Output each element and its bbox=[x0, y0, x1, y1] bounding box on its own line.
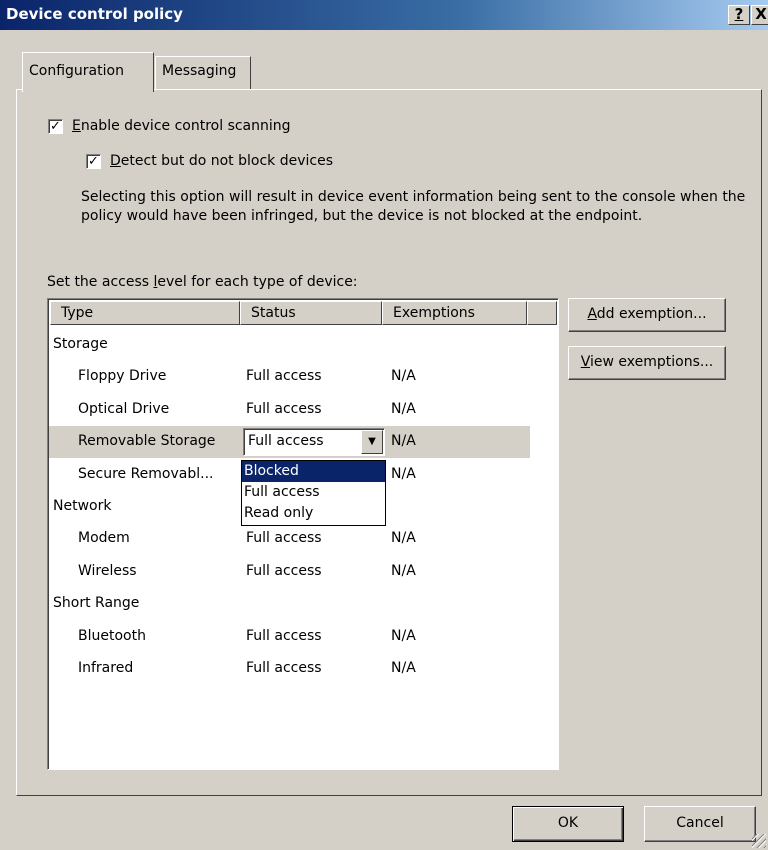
group-label[interactable]: Short Range bbox=[53, 595, 139, 611]
column-header-filler bbox=[527, 301, 557, 325]
device-status-cell[interactable]: Full access bbox=[246, 628, 322, 644]
device-status-cell[interactable]: Full access bbox=[246, 660, 322, 676]
enable-scanning-option[interactable]: ✓ Enable device control scanning bbox=[48, 118, 291, 134]
device-type-cell[interactable]: Floppy Drive bbox=[78, 368, 166, 384]
status-combo[interactable]: Full access ▼ bbox=[243, 428, 385, 456]
column-header-exemptions[interactable]: Exemptions bbox=[382, 301, 527, 325]
combo-dropdown-button[interactable]: ▼ bbox=[361, 430, 383, 454]
help-button[interactable]: ? bbox=[728, 5, 750, 25]
access-level-label: Set the access level for each type of de… bbox=[47, 274, 358, 290]
access-label-before: Set the access bbox=[47, 274, 154, 290]
detect-only-text: etect but do not block devices bbox=[120, 153, 333, 169]
view-exemptions-text: iew exemptions... bbox=[590, 354, 714, 370]
device-exemptions-cell: N/A bbox=[391, 660, 416, 676]
add-exemption-text: dd exemption... bbox=[596, 306, 707, 322]
enable-scanning-checkbox[interactable]: ✓ bbox=[48, 118, 63, 134]
device-status-cell[interactable]: Full access bbox=[246, 530, 322, 546]
device-status-cell[interactable]: Full access bbox=[246, 368, 322, 384]
device-type-cell[interactable]: Optical Drive bbox=[78, 401, 169, 417]
column-header-status[interactable]: Status bbox=[240, 301, 382, 325]
device-control-policy-dialog: Device control policy ? X Configuration … bbox=[0, 0, 768, 850]
enable-scanning-accel: E bbox=[72, 118, 81, 134]
detect-description: Selecting this option will result in dev… bbox=[81, 189, 746, 224]
column-header-type[interactable]: Type bbox=[50, 301, 240, 325]
tab-configuration[interactable]: Configuration bbox=[22, 52, 154, 92]
device-type-cell[interactable]: Bluetooth bbox=[78, 628, 146, 644]
device-type-cell[interactable]: Secure Removabl... bbox=[78, 466, 214, 482]
status-combo-value: Full access bbox=[248, 433, 324, 449]
chevron-down-icon: ▼ bbox=[368, 436, 376, 447]
status-option-read-only[interactable]: Read only bbox=[242, 503, 385, 524]
detect-only-checkbox[interactable]: ✓ bbox=[86, 153, 101, 169]
tab-messaging[interactable]: Messaging bbox=[155, 56, 251, 90]
group-label[interactable]: Storage bbox=[53, 336, 108, 352]
tab-messaging-label: Messaging bbox=[162, 63, 237, 79]
device-exemptions-cell: N/A bbox=[391, 628, 416, 644]
device-exemptions-cell: N/A bbox=[391, 433, 416, 449]
device-exemptions-cell: N/A bbox=[391, 368, 416, 384]
status-option-full-access[interactable]: Full access bbox=[242, 482, 385, 503]
detect-only-accel: D bbox=[110, 153, 121, 169]
device-exemptions-cell: N/A bbox=[391, 401, 416, 417]
device-type-cell[interactable]: Modem bbox=[78, 530, 130, 546]
add-exemption-button[interactable]: Add exemption... bbox=[568, 298, 726, 332]
device-type-cell[interactable]: Infrared bbox=[78, 660, 133, 676]
device-exemptions-cell: N/A bbox=[391, 466, 416, 482]
status-dropdown-list[interactable]: Blocked Full access Read only bbox=[241, 460, 386, 526]
device-type-cell[interactable]: Removable Storage bbox=[78, 433, 215, 449]
ok-button[interactable]: OK bbox=[512, 806, 624, 842]
group-label[interactable]: Network bbox=[53, 498, 111, 514]
enable-scanning-label: Enable device control scanning bbox=[72, 118, 291, 134]
device-exemptions-cell: N/A bbox=[391, 530, 416, 546]
device-status-cell[interactable]: Full access bbox=[246, 563, 322, 579]
detect-only-option[interactable]: ✓ Detect but do not block devices bbox=[86, 153, 333, 169]
detect-only-label: Detect but do not block devices bbox=[110, 153, 333, 169]
tab-configuration-label: Configuration bbox=[29, 63, 124, 79]
access-label-after: evel for each type of device: bbox=[157, 274, 358, 290]
enable-scanning-text: nable device control scanning bbox=[80, 118, 291, 134]
window-title: Device control policy bbox=[6, 5, 183, 23]
title-bar[interactable]: Device control policy ? X bbox=[0, 0, 768, 30]
cancel-button[interactable]: Cancel bbox=[644, 806, 756, 842]
view-exemptions-button[interactable]: View exemptions... bbox=[568, 346, 726, 380]
device-status-cell[interactable]: Full access bbox=[246, 401, 322, 417]
device-type-cell[interactable]: Wireless bbox=[78, 563, 137, 579]
resize-grip-icon[interactable] bbox=[752, 834, 766, 848]
add-exemption-accel: A bbox=[587, 306, 597, 322]
device-exemptions-cell: N/A bbox=[391, 563, 416, 579]
status-option-blocked[interactable]: Blocked bbox=[242, 461, 385, 482]
view-exemptions-accel: V bbox=[580, 354, 591, 370]
close-button[interactable]: X bbox=[751, 5, 768, 25]
